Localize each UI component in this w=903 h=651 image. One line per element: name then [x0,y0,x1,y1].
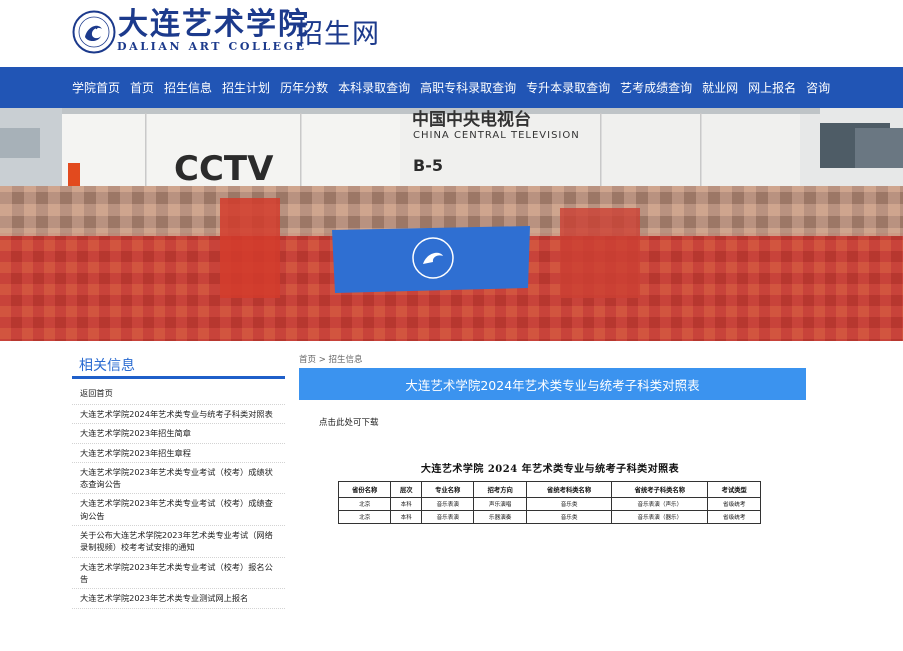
main-nav: 学院首页 首页 招生信息 招生计划 历年分数 本科录取查询 高职专科录取查询 专… [0,67,903,108]
nav-employment[interactable]: 就业网 [702,79,738,96]
nav-admission-info[interactable]: 招生信息 [164,79,212,96]
college-name-logo[interactable]: 大连艺术学院 [118,9,310,41]
college-emblem-icon[interactable] [72,10,116,54]
breadcrumb-home[interactable]: 首页 [299,355,316,365]
nav-items: 学院首页 首页 招生信息 招生计划 历年分数 本科录取查询 高职专科录取查询 专… [69,67,837,108]
table-cell: 音乐类 [525,497,613,511]
table-cell: 本科 [390,497,423,511]
document-table: 省份名称 层次 专业名称 招考方向 省统考科类名称 省统考子科类名称 考试类型 … [337,481,761,524]
document-title: 大连艺术学院 2024 年艺术类专业与统考子科类对照表 [420,464,680,475]
table-row: 北京 本科 音乐表演 乐器演奏 音乐类 音乐表演（器乐） 省级统考 [337,510,761,524]
table-cell: 声乐演唱 [473,497,527,511]
nav-upgrade-result[interactable]: 专升本录取查询 [526,79,610,96]
sidebar-item-2023-online-signup[interactable]: 大连艺术学院2023年艺术类专业测试网上报名 [72,589,285,609]
banner-truck-number: B-5 [413,156,443,175]
banner-cctv-en: CHINA CENTRAL TELEVISION [413,130,580,141]
sidebar-list: 返回首页 大连艺术学院2024年艺术类专业与统考子科类对照表 大连艺术学院202… [72,384,285,609]
table-row: 北京 本科 音乐表演 声乐演唱 音乐类 音乐表演（声乐） 省级统考 [337,497,761,511]
sidebar-item-2023-exam-signup-notice[interactable]: 大连艺术学院2023年艺术类专业考试（校考）报名公告 [72,558,285,590]
sidebar-item-2023-score-query[interactable]: 大连艺术学院2023年艺术类专业考试（校考）成绩查询公告 [72,494,285,527]
sidebar-item-2023-status-query[interactable]: 大连艺术学院2023年艺术类专业考试（校考）成绩状态查询公告 [72,463,285,495]
table-cell: 省级统考 [707,497,761,511]
table-cell: 音乐类 [525,510,613,524]
site-header: 大连艺术学院 DALIAN ART COLLEGE 招生网 [0,0,903,67]
table-header-cell: 省统考子科类名称 [611,481,709,498]
sidebar-item-2023-video-exam[interactable]: 关于公布大连艺术学院2023年艺术类专业考试（网络录制视频）校考考试安排的通知 [72,526,285,558]
table-header-cell: 层次 [390,481,423,498]
banner-cctv-logo: CCTV [174,149,274,189]
banner-photo: 中国中央电视台 CHINA CENTRAL TELEVISION CCTV B-… [0,108,903,341]
table-cell: 本科 [390,510,423,524]
document-preview[interactable]: 大连艺术学院 2024 年艺术类专业与统考子科类对照表 省份名称 层次 专业名称… [336,456,764,524]
table-header-cell: 考试类型 [707,481,761,498]
document-table-header: 省份名称 层次 专业名称 招考方向 省统考科类名称 省统考子科类名称 考试类型 [337,481,761,498]
sidebar-item-2024-table[interactable]: 大连艺术学院2024年艺术类专业与统考子科类对照表 [72,405,285,425]
table-cell: 省级统考 [707,510,761,524]
college-english-name: DALIAN ART COLLEGE [117,40,307,53]
banner-cctv-cn: 中国中央电视台 [412,109,531,130]
table-cell: 音乐表演 [421,497,475,511]
sidebar-title: 相关信息 [79,358,135,374]
table-header-cell: 专业名称 [421,481,475,498]
table-cell: 北京 [337,510,392,524]
download-link[interactable]: 点击此处可下载 [319,416,379,428]
nav-home[interactable]: 首页 [130,79,154,96]
table-cell: 音乐表演 [421,510,475,524]
sidebar-divider [72,376,285,379]
site-subtitle: 招生网 [296,19,380,50]
nav-admission-plan[interactable]: 招生计划 [222,79,270,96]
breadcrumb-admission-info[interactable]: 招生信息 [329,355,363,365]
article-title: 大连艺术学院2024年艺术类专业与统考子科类对照表 [299,368,806,400]
table-header-cell: 招考方向 [473,481,527,498]
nav-past-scores[interactable]: 历年分数 [280,79,328,96]
sidebar-item-2023-brochure[interactable]: 大连艺术学院2023年招生简章 [72,424,285,444]
nav-online-signup[interactable]: 网上报名 [748,79,796,96]
nav-college-home[interactable]: 学院首页 [72,79,120,96]
table-header-cell: 省份名称 [337,481,392,498]
table-header-cell: 省统考科类名称 [525,481,613,498]
breadcrumb-separator: > [318,355,326,365]
table-cell: 音乐表演（器乐） [611,510,709,524]
nav-consult[interactable]: 咨询 [806,79,830,96]
sidebar-item-2023-charter[interactable]: 大连艺术学院2023年招生章程 [72,444,285,463]
nav-vocational-result[interactable]: 高职专科录取查询 [420,79,516,96]
breadcrumb: 首页 > 招生信息 [299,353,363,365]
table-cell: 音乐表演（声乐） [611,497,709,511]
sidebar-item-back-home[interactable]: 返回首页 [72,384,285,405]
table-cell: 乐器演奏 [473,510,527,524]
banner-image: 中国中央电视台 CHINA CENTRAL TELEVISION CCTV B-… [0,108,903,341]
nav-undergrad-result[interactable]: 本科录取查询 [338,79,410,96]
nav-art-exam-score[interactable]: 艺考成绩查询 [620,79,692,96]
table-cell: 北京 [337,497,392,511]
